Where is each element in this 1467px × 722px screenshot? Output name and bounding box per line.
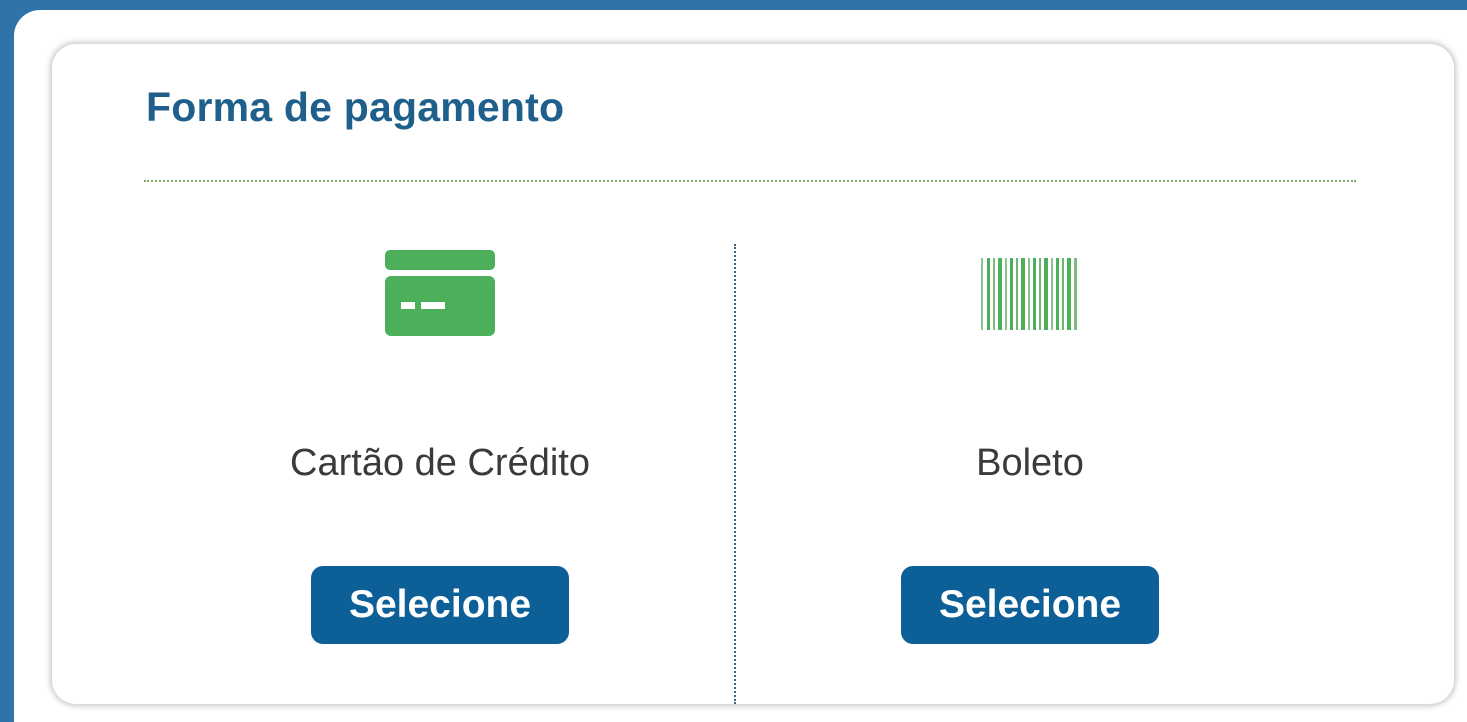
- select-boleto-button[interactable]: Selecione: [901, 566, 1159, 644]
- column-divider: [734, 244, 736, 704]
- option-label-boleto: Boleto: [976, 442, 1084, 484]
- option-label-credit-card: Cartão de Crédito: [290, 442, 590, 484]
- section-title: Forma de pagamento: [146, 84, 565, 130]
- select-credit-card-button[interactable]: Selecione: [311, 566, 569, 644]
- payment-option-boleto: Boleto Selecione: [820, 244, 1240, 664]
- barcode-icon: [981, 258, 1079, 330]
- title-divider: [144, 180, 1356, 182]
- payment-method-card: Forma de pagamento Cartão de Crédito Sel…: [52, 44, 1454, 704]
- credit-card-icon: [385, 250, 495, 336]
- payment-option-credit-card: Cartão de Crédito Selecione: [230, 244, 650, 664]
